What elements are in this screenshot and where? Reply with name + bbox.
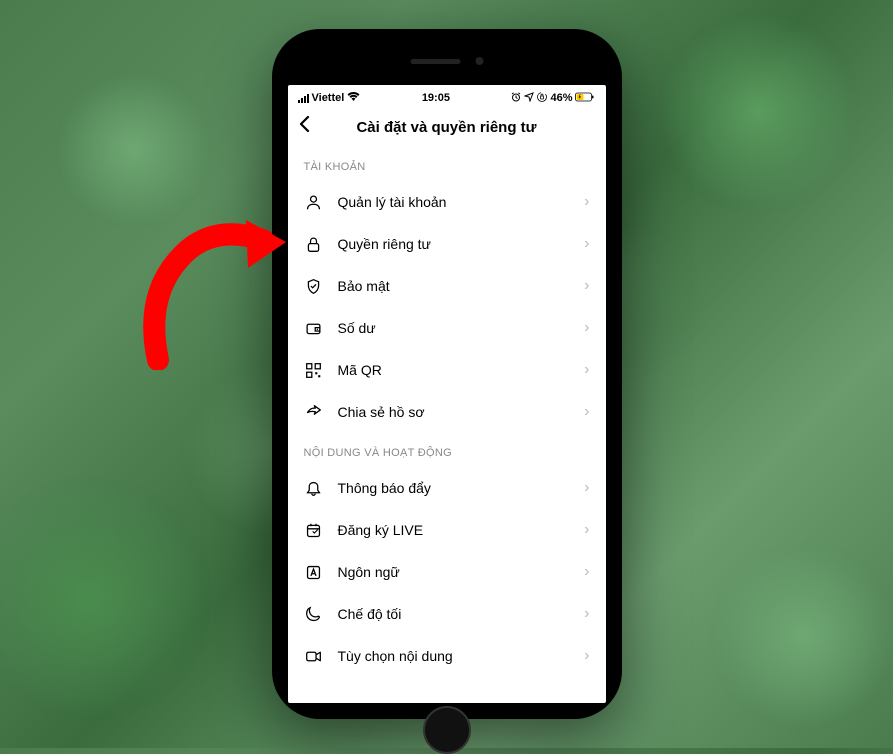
chevron-right-icon: › xyxy=(584,193,589,211)
section-header-content: NỘI DUNG VÀ HOẠT ĐỘNG xyxy=(288,433,606,467)
menu-item-qr[interactable]: Mã QR › xyxy=(288,349,606,391)
carrier-label: Viettel xyxy=(312,92,345,104)
lock-icon xyxy=(304,234,324,254)
chevron-right-icon: › xyxy=(584,277,589,295)
battery-icon xyxy=(575,92,595,105)
menu-label: Tùy chọn nội dung xyxy=(338,648,585,664)
menu-item-dark-mode[interactable]: Chế độ tối › xyxy=(288,593,606,635)
wifi-icon xyxy=(347,92,360,105)
user-icon xyxy=(304,192,324,212)
menu-label: Đăng ký LIVE xyxy=(338,522,585,538)
share-icon xyxy=(304,402,324,422)
menu-item-balance[interactable]: Số dư › xyxy=(288,307,606,349)
location-icon xyxy=(524,92,534,105)
chevron-right-icon: › xyxy=(584,361,589,379)
menu-label: Quyền riêng tư xyxy=(338,236,585,252)
menu-label: Chế độ tối xyxy=(338,606,585,622)
chevron-right-icon: › xyxy=(584,563,589,581)
calendar-icon xyxy=(304,520,324,540)
menu-label: Ngôn ngữ xyxy=(338,564,585,580)
menu-label: Chia sẻ hồ sơ xyxy=(338,404,585,420)
menu-label: Thông báo đẩy xyxy=(338,480,585,496)
section-header-account: TÀI KHOẢN xyxy=(288,147,606,181)
language-icon xyxy=(304,562,324,582)
chevron-right-icon: › xyxy=(584,403,589,421)
menu-item-manage-account[interactable]: Quản lý tài khoản › xyxy=(288,181,606,223)
menu-label: Quản lý tài khoản xyxy=(338,194,585,210)
chevron-right-icon: › xyxy=(584,479,589,497)
menu-item-privacy[interactable]: Quyền riêng tư › xyxy=(288,223,606,265)
menu-label: Mã QR xyxy=(338,362,585,378)
rotation-lock-icon xyxy=(537,92,547,105)
menu-item-push-notifications[interactable]: Thông báo đẩy › xyxy=(288,467,606,509)
chevron-right-icon: › xyxy=(584,605,589,623)
chevron-right-icon: › xyxy=(584,235,589,253)
screen: Viettel 19:05 46% xyxy=(288,85,606,703)
battery-label: 46% xyxy=(550,92,572,104)
phone-notch xyxy=(410,57,483,65)
menu-item-security[interactable]: Bảo mật › xyxy=(288,265,606,307)
menu-item-content-preferences[interactable]: Tùy chọn nội dung › xyxy=(288,635,606,677)
bell-icon xyxy=(304,478,324,498)
alarm-icon xyxy=(511,92,521,105)
chevron-right-icon: › xyxy=(584,647,589,665)
page-title: Cài đặt và quyền riêng tư xyxy=(298,119,596,136)
back-button[interactable] xyxy=(298,115,310,139)
video-icon xyxy=(304,646,324,666)
menu-item-live-subscription[interactable]: Đăng ký LIVE › xyxy=(288,509,606,551)
phone-inner: Viettel 19:05 46% xyxy=(282,39,612,709)
chevron-right-icon: › xyxy=(584,319,589,337)
shield-icon xyxy=(304,276,324,296)
home-button[interactable] xyxy=(423,706,471,754)
menu-item-share-profile[interactable]: Chia sẻ hồ sơ › xyxy=(288,391,606,433)
moon-icon xyxy=(304,604,324,624)
status-time: 19:05 xyxy=(422,92,450,104)
phone-frame: Viettel 19:05 46% xyxy=(272,29,622,719)
wallet-icon xyxy=(304,318,324,338)
menu-item-language[interactable]: Ngôn ngữ › xyxy=(288,551,606,593)
chevron-right-icon: › xyxy=(584,521,589,539)
menu-label: Bảo mật xyxy=(338,278,585,294)
signal-icon xyxy=(298,94,309,103)
status-bar: Viettel 19:05 46% xyxy=(288,85,606,107)
qr-icon xyxy=(304,360,324,380)
menu-label: Số dư xyxy=(338,320,585,336)
header-bar: Cài đặt và quyền riêng tư xyxy=(288,107,606,147)
